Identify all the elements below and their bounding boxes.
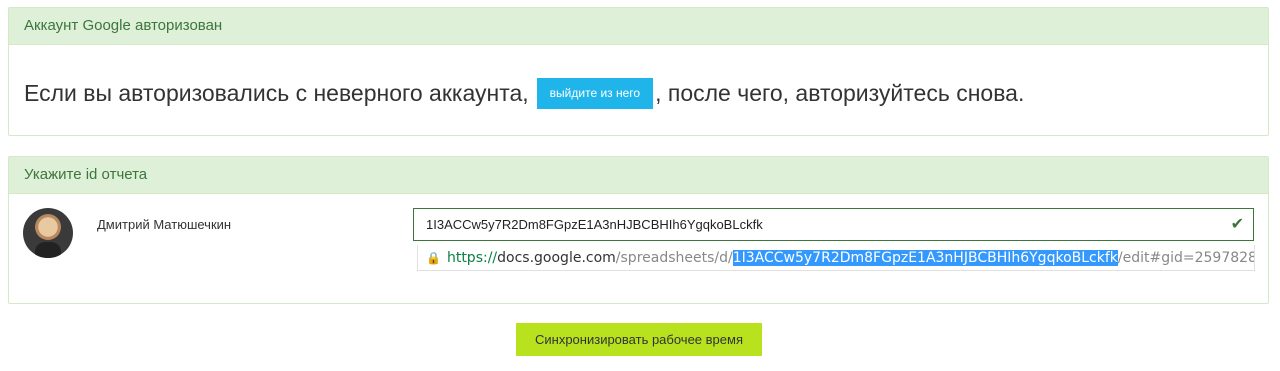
report-panel: Укажите id отчета Дмитрий Матюшечкин 1I3…: [8, 156, 1269, 304]
url-suggestion[interactable]: 🔒 https://docs.google.com/spreadsheets/d/…: [417, 245, 1255, 271]
report-panel-title: Укажите id отчета: [9, 157, 1268, 194]
url-rest: /edit#gid=259782819: [1117, 250, 1254, 266]
logout-button[interactable]: выйдите из него: [536, 78, 654, 109]
auth-panel-title: Аккаунт Google авторизован: [9, 8, 1268, 45]
report-id-input[interactable]: 1I3ACCw5y7R2Dm8FGpzE1A3nHJBCBHIh6YgqkoBL…: [413, 208, 1254, 241]
check-icon: ✔: [1230, 216, 1244, 233]
auth-panel: Аккаунт Google авторизован Если вы автор…: [8, 7, 1269, 136]
url-path: /spreadsheets/d/: [615, 250, 733, 266]
report-id-value: 1I3ACCw5y7R2Dm8FGpzE1A3nHJBCBHIh6YgqkoBL…: [426, 217, 763, 232]
avatar: [23, 208, 73, 258]
auth-message-after: , после чего, авторизуйтесь снова.: [655, 80, 1025, 106]
auth-message-before: Если вы авторизовались с неверного аккау…: [24, 80, 529, 106]
url-host: docs.google.com: [497, 250, 616, 266]
url-selected-id: 1I3ACCw5y7R2Dm8FGpzE1A3nHJBCBHIh6YgqkoBL…: [732, 250, 1118, 266]
lock-icon: 🔒: [426, 251, 441, 265]
url-scheme: https://: [446, 250, 498, 266]
user-name: Дмитрий Матюшечкин: [97, 217, 232, 232]
auth-message: Если вы авторизовались с неверного аккау…: [24, 78, 1024, 109]
sync-work-time-button[interactable]: Синхронизировать рабочее время: [516, 323, 762, 356]
